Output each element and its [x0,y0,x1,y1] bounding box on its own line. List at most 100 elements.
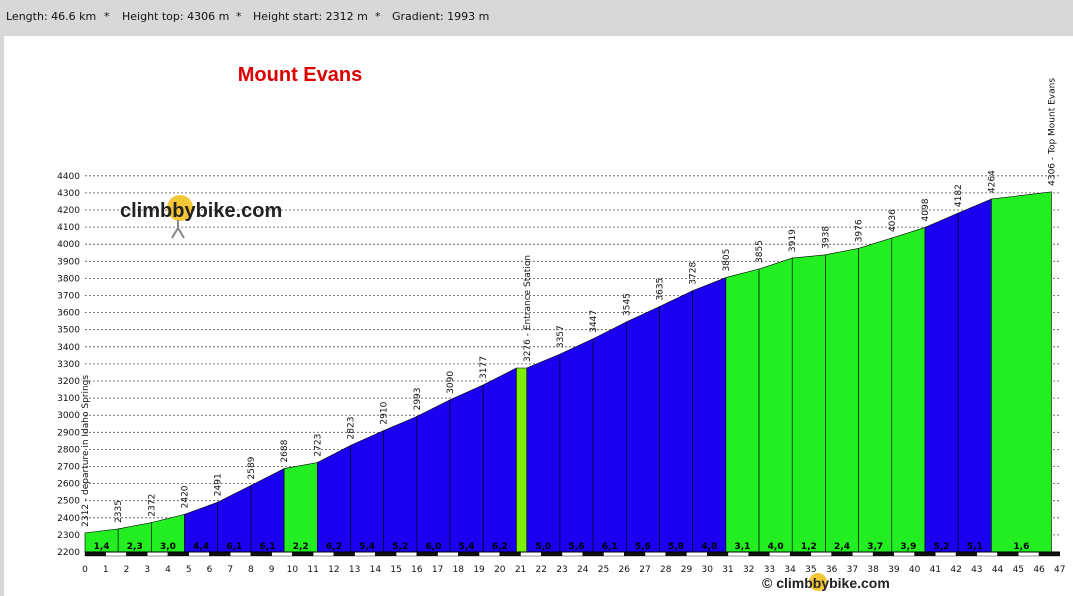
height-label: 2420 [181,485,191,508]
km-band [209,551,231,557]
km-band [789,551,812,557]
km-band [955,551,978,557]
x-tick-label: 4 [165,565,171,575]
x-tick-label: 26 [619,565,631,575]
y-tick-label: 3500 [57,326,80,336]
profile-segment [891,227,926,553]
x-tick-label: 12 [328,565,339,575]
height-label: 4264 [987,170,997,193]
copyright-logo: © climbbybike.com [762,573,890,591]
height-label: 2688 [280,439,290,462]
x-tick-label: 38 [867,565,879,575]
height-label: 3447 [589,310,599,333]
copyright-text: © climbbybike.com [762,575,890,591]
profile-segment [316,444,351,553]
profile-segment [659,290,693,553]
height-label: 3805 [722,249,732,272]
y-tick-label: 2400 [57,514,80,524]
y-tick-label: 4100 [57,223,80,233]
x-tick-label: 20 [494,565,506,575]
y-tick-label: 3300 [57,360,80,370]
profile-segment [592,321,627,553]
height-label: 4306 - Top Mount Evans [1047,78,1057,186]
km-band [769,551,791,557]
profile-segment [825,247,859,553]
km-band [748,551,770,557]
watermark-logo: climbbybike.com [120,195,282,239]
profile-segment [350,430,384,553]
km-band [499,551,521,557]
height-label: 3635 [655,278,665,301]
x-tick-label: 35 [805,565,816,575]
height-label: 4036 [888,209,898,232]
y-tick-label: 2500 [57,497,80,507]
height-label: 2723 [313,434,323,457]
height-label: 2589 [247,456,257,479]
height-label: 3855 [755,240,765,263]
x-tick-label: 45 [1013,565,1024,575]
x-tick-label: 3 [144,565,150,575]
km-band [893,551,915,557]
x-tick-label: 37 [847,565,858,575]
segment-gradient-label: 3,1 [734,542,750,552]
height-label: 3976 [855,219,865,242]
x-tick-label: 31 [722,565,733,575]
km-band [831,551,853,557]
x-tick-label: 43 [971,565,982,575]
y-tick-label: 3400 [57,343,80,353]
height-label: 2312 - departure in Idaho Springs [81,375,91,527]
x-tick-label: 9 [269,565,275,575]
x-tick-label: 15 [390,565,401,575]
x-tick-label: 29 [681,565,693,575]
y-tick-label: 3900 [57,257,80,267]
km-band [852,551,874,557]
profile-segment [516,367,528,553]
height-label: 2993 [413,387,423,410]
km-band [872,551,895,557]
profile-segment [416,399,451,553]
km-band [624,551,646,557]
km-band [312,551,335,557]
height-label: 4182 [954,184,964,207]
km-band [188,551,210,557]
km-band [292,551,314,557]
profile-segment [526,353,561,553]
segment-gradient-label: 3,9 [900,542,916,552]
profile-segment [991,191,1052,553]
segment-gradient-label: 6,1 [260,542,276,552]
km-band [105,551,127,557]
segment-gradient-label: 5,1 [967,542,983,552]
y-tick-label: 4200 [57,206,80,216]
km-band [997,551,1019,557]
y-tick-label: 4400 [57,172,80,182]
segment-gradient-label: 5,6 [569,542,585,552]
segment-gradient-label: 5,2 [934,542,950,552]
height-label: 2910 [380,401,390,424]
elevation-profile-chart: 2200230024002500260027002800290030003100… [57,78,1066,591]
y-tick-label: 3000 [57,411,80,421]
segment-gradient-label: 2,4 [834,542,850,552]
km-band [644,551,666,557]
segment-gradient-label: 6,0 [425,542,441,552]
km-band [810,551,832,557]
x-tick-label: 46 [1033,565,1045,575]
x-tick-label: 24 [577,565,589,575]
x-tick-label: 40 [909,565,921,575]
height-label: 2372 [147,494,157,517]
km-band [147,551,169,557]
segment-gradient-label: 4,0 [768,542,784,552]
x-tick-label: 47 [1054,565,1065,575]
profile-segment [250,468,285,553]
height-label: 2335 [114,500,124,523]
segment-gradient-label: 6,2 [326,542,342,552]
y-tick-label: 2300 [57,531,80,541]
segment-gradient-label: 2,3 [127,542,143,552]
km-band [375,551,397,557]
km-band [167,551,189,557]
km-band [478,551,500,557]
y-tick-label: 2900 [57,428,80,438]
profile-segment [449,384,484,553]
profile-segment [791,254,826,553]
y-tick-label: 2800 [57,445,80,455]
km-band [250,551,272,557]
